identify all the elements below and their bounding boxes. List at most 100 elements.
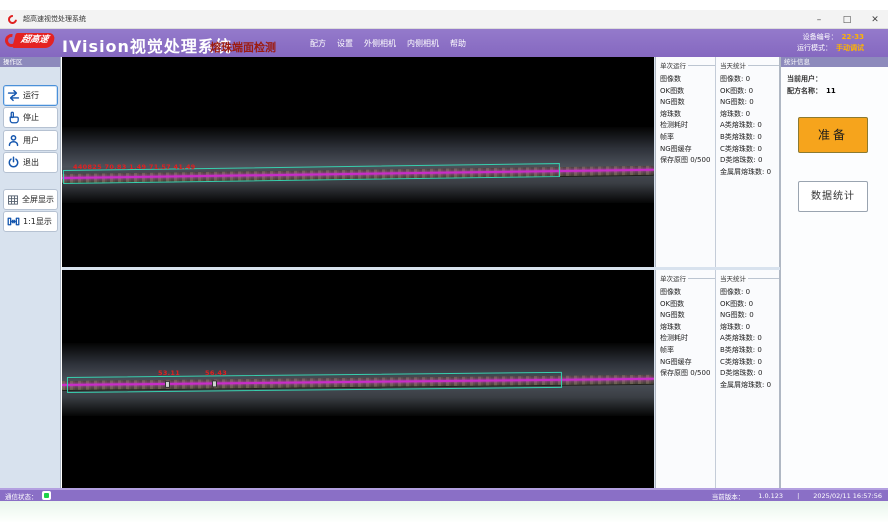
minimize-button[interactable]: – [812, 15, 826, 25]
brand-logo-text: 超高速 [12, 33, 56, 48]
run-button[interactable]: 运行 [3, 85, 58, 106]
run-mode-label: 运行模式： [797, 44, 832, 52]
stat-row: 保存原图 0/500 [660, 155, 715, 167]
brand-logo: 超高速 [5, 33, 54, 48]
app-window: 超高速视觉处理系统 – □ ✕ 超高速 IVision视觉处理系统 熔珠端面检测… [0, 0, 888, 522]
stat-row: NG图数 [660, 310, 715, 322]
desktop-edge [0, 501, 888, 522]
single-run-header: 单次运行 [660, 273, 715, 283]
stat-row: OK图数 [660, 86, 715, 98]
stat-row: 金属屑熔珠数: 0 [720, 167, 779, 179]
one-to-one-button[interactable]: 1:1显示 [3, 211, 58, 232]
status-bar: 通信状态： 当前版本： 1.0.123 | 2025/02/11 16:57:5… [0, 488, 888, 501]
user-icon [7, 134, 20, 147]
stat-row: 帧率 [660, 132, 715, 144]
menu-item[interactable]: 帮助 [450, 38, 466, 49]
stat-row: 图像数: 0 [720, 287, 779, 299]
device-id-value: 22-33 [842, 33, 864, 41]
camera-view-inner[interactable]: 53.11 56.43 [62, 270, 654, 488]
version-value: 1.0.123 [758, 492, 783, 500]
stat-row: D类熔珠数: 0 [720, 155, 779, 167]
comm-status-label: 通信状态： [5, 491, 38, 501]
stat-row: 帧率 [660, 345, 715, 357]
stat-row: C类熔珠数: 0 [720, 357, 779, 369]
app-title: IVision视觉处理系统 [62, 33, 232, 57]
stat-row: B类熔珠数: 0 [720, 345, 779, 357]
fullscreen-button[interactable]: 全屏显示 [3, 189, 58, 210]
camera-view-outer[interactable]: 440825 70.83 1.49 71.57 41.49 [62, 57, 654, 267]
run-cycle-icon [7, 89, 20, 102]
stat-row: 保存原图 0/500 [660, 368, 715, 380]
stop-button-label: 停止 [23, 112, 39, 123]
recipe-name-label: 配方名称： [787, 87, 822, 95]
sidebar-title: 操作区 [0, 57, 60, 67]
stat-row: OK图数: 0 [720, 86, 779, 98]
today-stats-rows: 图像数: 0OK图数: 0NG图数: 0熔珠数: 0A类熔珠数: 0B类熔珠数:… [720, 74, 779, 178]
stat-row: NG图数: 0 [720, 310, 779, 322]
exit-button[interactable]: 退出 [3, 152, 58, 173]
stat-row: 金属屑熔珠数: 0 [720, 380, 779, 392]
app-subtitle: 熔珠端面检测 [210, 39, 276, 55]
one-to-one-icon [7, 215, 20, 228]
exit-button-label: 退出 [23, 157, 39, 168]
measurement-annotation: 53.11 [158, 369, 180, 377]
measurement-annotation: 440825 70.83 1.49 71.57 41.49 [73, 163, 196, 171]
one-to-one-button-label: 1:1显示 [23, 216, 52, 227]
stat-row: NG图缓存 [660, 144, 715, 156]
today-stats-rows: 图像数: 0OK图数: 0NG图数: 0熔珠数: 0A类熔珠数: 0B类熔珠数:… [720, 287, 779, 391]
stat-row: A类熔珠数: 0 [720, 120, 779, 132]
stat-row: C类熔珠数: 0 [720, 144, 779, 156]
statistics-info-panel: 统计信息 当前用户： 配方名称：11 准备 数据统计 [780, 57, 888, 488]
stat-row: 熔珠数: 0 [720, 109, 779, 121]
today-stats-header: 当天统计 [720, 273, 779, 283]
run-button-label: 运行 [23, 90, 39, 101]
stat-row: 检测耗时 [660, 120, 715, 132]
single-run-rows: 图像数OK图数NG图数熔珠数检测耗时帧率NG图缓存保存原图 0/500 [660, 74, 715, 167]
status-separator: | [797, 492, 799, 500]
stat-row: D类熔珠数: 0 [720, 368, 779, 380]
stat-row: A类熔珠数: 0 [720, 333, 779, 345]
menu-item[interactable]: 内侧相机 [407, 38, 439, 49]
menu-item[interactable]: 配方 [310, 38, 326, 49]
app-header: 超高速 IVision视觉处理系统 熔珠端面检测 配方设置外侧相机内侧相机帮助 … [0, 29, 888, 57]
data-statistics-button[interactable]: 数据统计 [798, 181, 868, 212]
stat-row: OK图数: 0 [720, 299, 779, 311]
stat-row: 图像数 [660, 287, 715, 299]
power-icon [7, 156, 20, 169]
device-id-label: 设备编号： [803, 33, 838, 41]
stat-row: 检测耗时 [660, 333, 715, 345]
fullscreen-grid-icon [7, 194, 19, 206]
stat-row: NG图缓存 [660, 357, 715, 369]
header-info: 设备编号： 22-33 运行模式： 手动调试 [797, 32, 864, 54]
current-user-label: 当前用户： [787, 75, 822, 83]
window-title: 超高速视觉处理系统 [23, 14, 86, 24]
single-run-rows: 图像数OK图数NG图数熔珠数检测耗时帧率NG图缓存保存原图 0/500 [660, 287, 715, 380]
stat-row: OK图数 [660, 299, 715, 311]
maximize-button[interactable]: □ [840, 15, 854, 25]
info-panel-title: 统计信息 [781, 57, 888, 67]
stat-row: 熔珠数 [660, 322, 715, 334]
stop-hand-icon [7, 111, 20, 124]
stats-panel-inner: 单次运行 图像数OK图数NG图数熔珠数检测耗时帧率NG图缓存保存原图 0/500… [655, 270, 780, 488]
prepare-button[interactable]: 准备 [798, 117, 868, 153]
user-button[interactable]: 用户 [3, 130, 58, 151]
status-datetime: 2025/02/11 16:57:56 [813, 492, 882, 500]
operations-sidebar: 操作区 运行 停止 用户 退出 [0, 57, 61, 488]
app-logo-icon [6, 13, 19, 26]
stop-button[interactable]: 停止 [3, 107, 58, 128]
menu-item[interactable]: 设置 [337, 38, 353, 49]
stat-row: NG图数 [660, 97, 715, 109]
menu-item[interactable]: 外侧相机 [364, 38, 396, 49]
measurement-annotation: 56.43 [205, 369, 227, 377]
stat-row: 熔珠数: 0 [720, 322, 779, 334]
version-label: 当前版本： [712, 491, 745, 501]
stat-row: 图像数 [660, 74, 715, 86]
comm-status-green-light [44, 493, 49, 498]
run-mode-value: 手动调试 [836, 44, 864, 52]
stat-row: 图像数: 0 [720, 74, 779, 86]
os-titlebar: 超高速视觉处理系统 – □ ✕ [0, 10, 888, 29]
user-button-label: 用户 [23, 135, 39, 146]
stat-row: 熔珠数 [660, 109, 715, 121]
fullscreen-button-label: 全屏显示 [22, 194, 54, 205]
close-button[interactable]: ✕ [868, 15, 882, 25]
